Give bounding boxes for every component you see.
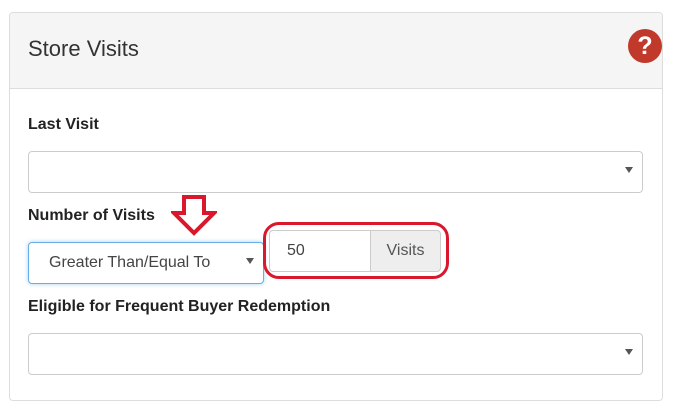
- chevron-down-icon: [625, 167, 633, 173]
- frequent-buyer-select[interactable]: [28, 333, 643, 375]
- last-visit-label: Last Visit: [28, 116, 99, 133]
- frequent-buyer-label: Eligible for Frequent Buyer Redemption: [28, 298, 331, 315]
- visits-count-input[interactable]: [269, 230, 370, 272]
- last-visit-select[interactable]: [28, 151, 643, 193]
- number-of-visits-label: Number of Visits: [28, 207, 155, 224]
- visits-operator-select[interactable]: Greater Than/Equal To: [28, 242, 264, 284]
- panel-title: Store Visits: [28, 36, 139, 61]
- question-circle-icon[interactable]: ?: [628, 29, 662, 63]
- chevron-down-icon: [625, 349, 633, 355]
- chevron-down-icon: [246, 258, 254, 264]
- visits-unit-addon: Visits: [370, 230, 441, 272]
- panel-heading: Store Visits ?: [10, 13, 662, 89]
- visits-operator-value: Greater Than/Equal To: [49, 254, 211, 271]
